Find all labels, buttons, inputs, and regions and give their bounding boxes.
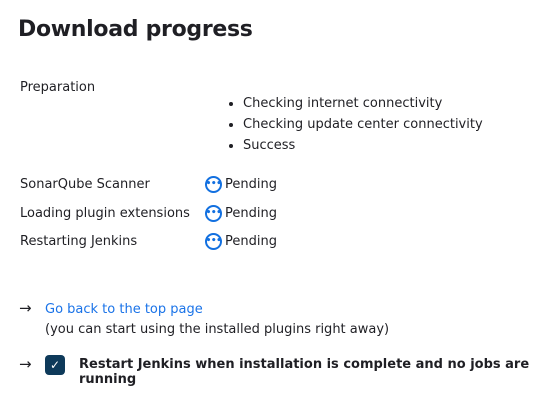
list-item: Checking internet connectivity: [243, 93, 483, 114]
top-page-link[interactable]: Go back to the top page: [45, 302, 203, 317]
task-row: Loading plugin extensions ••• Pending: [20, 203, 277, 223]
task-status: Pending: [225, 176, 277, 192]
arrow-right-icon: →: [19, 355, 32, 373]
pending-icon: •••: [205, 232, 222, 250]
checkmark-icon: ✓: [49, 358, 61, 372]
pending-icon: •••: [205, 204, 222, 222]
task-status: Pending: [225, 205, 277, 221]
pending-icon: •••: [205, 175, 222, 193]
preparation-list: Checking internet connectivity Checking …: [225, 93, 483, 156]
top-page-note: (you can start using the installed plugi…: [45, 322, 390, 337]
preparation-label: Preparation: [20, 80, 96, 95]
task-name: SonarQube Scanner: [20, 176, 150, 192]
task-status: Pending: [225, 233, 277, 249]
task-name: Loading plugin extensions: [20, 205, 190, 221]
task-name: Restarting Jenkins: [20, 233, 138, 249]
restart-label[interactable]: Restart Jenkins when installation is com…: [79, 357, 548, 387]
list-item: Success: [243, 135, 483, 156]
task-row: SonarQube Scanner ••• Pending: [20, 174, 277, 194]
restart-checkbox[interactable]: ✓: [45, 355, 65, 375]
arrow-right-icon: →: [19, 299, 32, 317]
page-title: Download progress: [18, 17, 253, 42]
list-item: Checking update center connectivity: [243, 114, 483, 135]
task-row: Restarting Jenkins ••• Pending: [20, 231, 277, 251]
